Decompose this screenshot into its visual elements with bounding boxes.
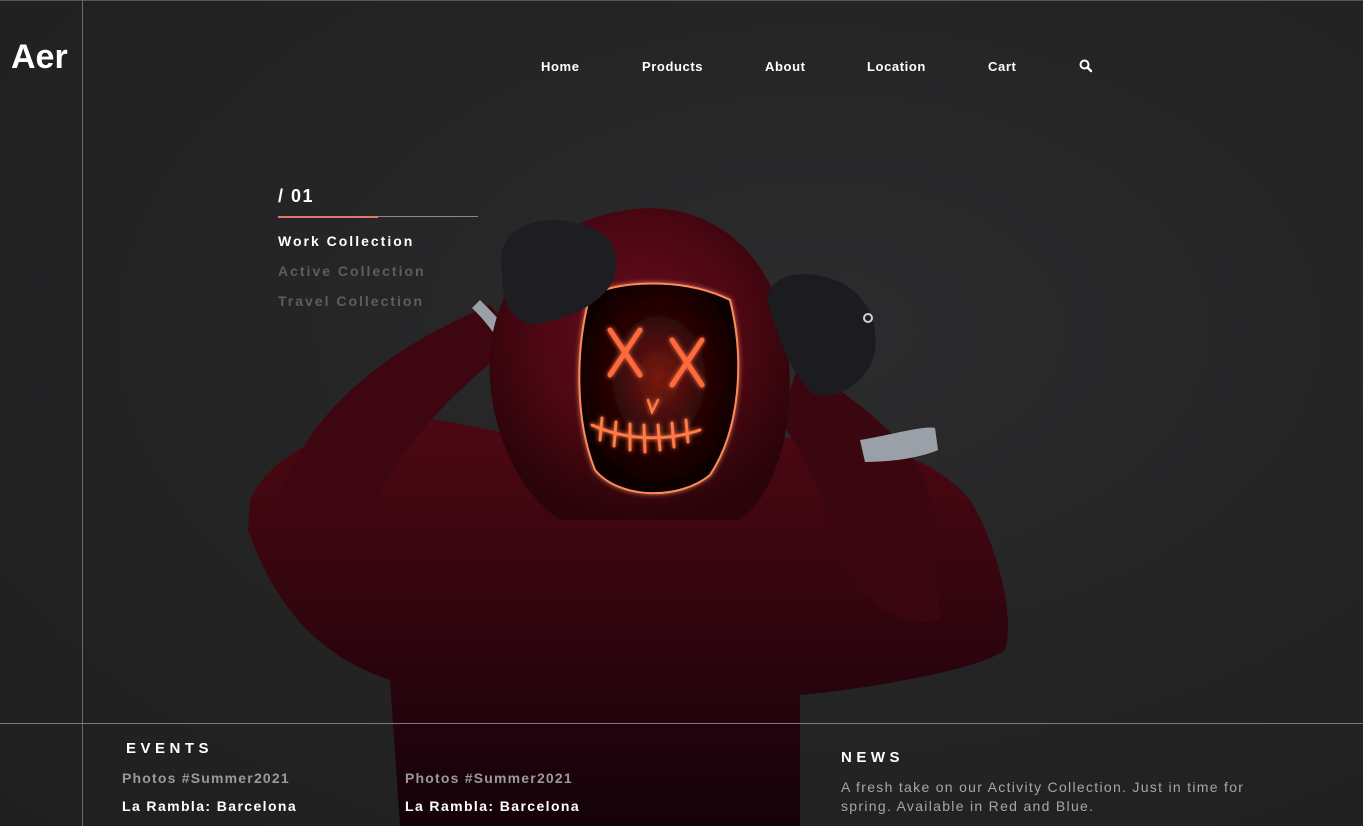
nav-cart[interactable]: Cart — [988, 59, 1016, 74]
sidebar-divider — [82, 0, 83, 826]
footer-divider — [0, 723, 1363, 724]
event-category: Photos #Summer2021 — [405, 770, 573, 786]
nav-about[interactable]: About — [765, 59, 806, 74]
top-border — [0, 0, 1363, 1]
event-card[interactable]: Photos #Summer2021 La Rambla: Barcelona — [122, 770, 297, 814]
events-heading: EVENTS — [126, 740, 214, 757]
collection-index: / 01 — [278, 186, 315, 206]
search-icon[interactable] — [1078, 58, 1094, 74]
event-title[interactable]: La Rambla: Barcelona — [405, 798, 580, 814]
collection-item-active[interactable]: Active Collection — [278, 263, 478, 279]
event-card[interactable]: Photos #Summer2021 La Rambla: Barcelona — [405, 770, 580, 814]
collection-item-work[interactable]: Work Collection — [278, 233, 478, 249]
collection-progress-fill — [278, 215, 378, 218]
mask — [578, 282, 740, 495]
news-heading: NEWS — [841, 749, 904, 766]
collection-item-travel[interactable]: Travel Collection — [278, 293, 478, 309]
event-title[interactable]: La Rambla: Barcelona — [122, 798, 297, 814]
nav-home[interactable]: Home — [541, 59, 580, 74]
news-text: A fresh take on our Activity Collection.… — [841, 779, 1245, 814]
nav-products[interactable]: Products — [642, 59, 703, 74]
logo[interactable]: Aer — [11, 38, 68, 77]
event-category: Photos #Summer2021 — [122, 770, 290, 786]
collection-progress-bar — [278, 215, 478, 218]
collection-menu: / 01 Work Collection Active Collection T… — [278, 186, 478, 309]
page: Aer Home Products About Location Cart / … — [0, 0, 1363, 826]
nav-location[interactable]: Location — [867, 59, 926, 74]
